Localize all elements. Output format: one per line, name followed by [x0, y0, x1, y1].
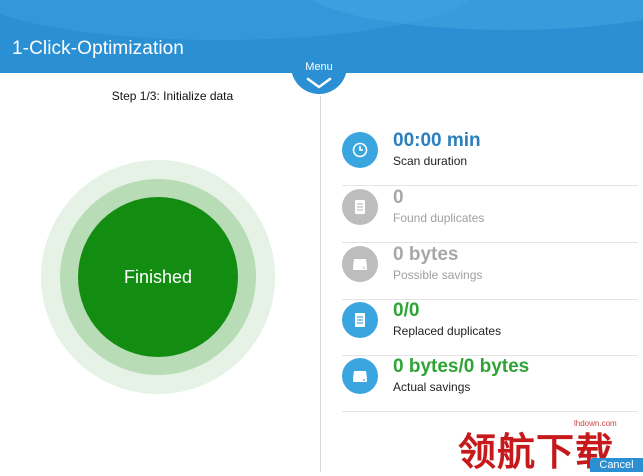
clock-icon: [342, 132, 378, 168]
actual-savings-label: Actual savings: [393, 380, 471, 394]
menu-button[interactable]: Menu: [291, 58, 347, 94]
panel-divider: [320, 96, 321, 472]
possible-savings-value: 0 bytes: [393, 244, 459, 265]
stat-replaced-duplicates: 0/0 Replaced duplicates: [342, 300, 638, 356]
row-separator: [342, 411, 638, 412]
stat-scan-duration: 00:00 min Scan duration: [342, 130, 638, 186]
scan-duration-value: 00:00 min: [393, 130, 481, 151]
scan-duration-label: Scan duration: [393, 154, 468, 168]
status-circle: Finished: [78, 197, 238, 357]
stat-possible-savings: 0 bytes Possible savings: [342, 244, 638, 300]
drive-icon: [342, 358, 378, 394]
stat-actual-savings: 0 bytes/0 bytes Actual savings: [342, 356, 638, 412]
document-icon: [342, 189, 378, 225]
drive-icon: [342, 246, 378, 282]
stat-found-duplicates: 0 Found duplicates: [342, 187, 638, 243]
document-icon: [342, 302, 378, 338]
replaced-duplicates-label: Replaced duplicates: [393, 324, 502, 338]
found-duplicates-label: Found duplicates: [393, 211, 485, 225]
status-text: Finished: [123, 266, 193, 287]
found-duplicates-value: 0: [393, 187, 404, 208]
possible-savings-label: Possible savings: [393, 268, 483, 282]
actual-savings-value: 0 bytes/0 bytes: [393, 356, 530, 377]
step-indicator: Step 1/3: Initialize data: [111, 89, 234, 103]
row-separator: [342, 185, 638, 186]
menu-label: Menu: [305, 61, 333, 73]
row-separator: [342, 242, 638, 243]
app-title: 1-Click-Optimization: [12, 38, 184, 59]
cancel-button[interactable]: Cancel: [590, 458, 643, 472]
replaced-duplicates-value: 0/0: [393, 300, 420, 321]
